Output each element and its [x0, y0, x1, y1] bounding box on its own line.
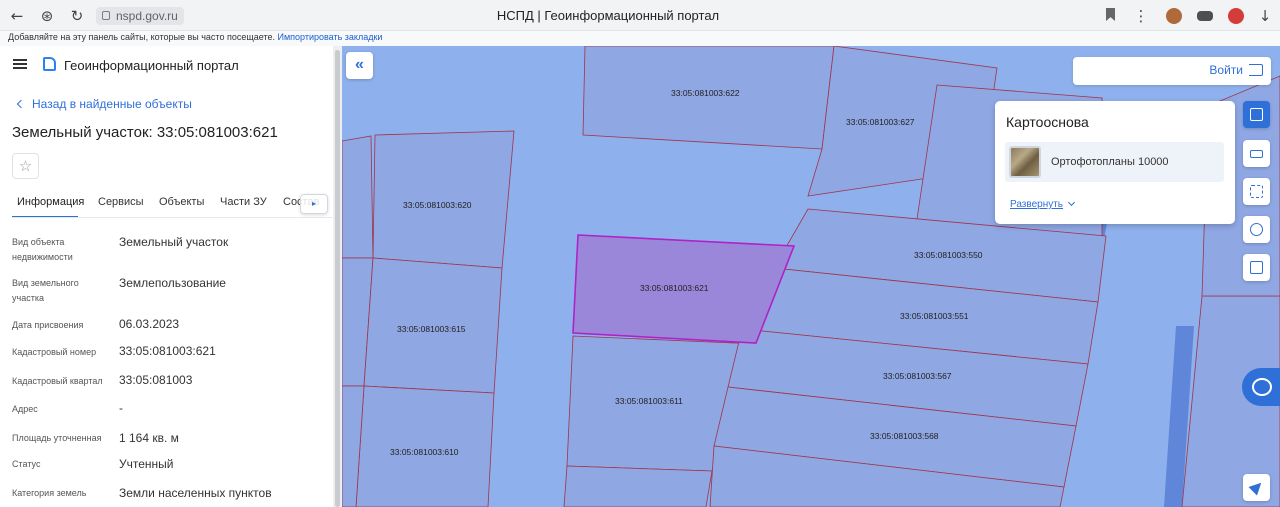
back-label: Назад в найденные объекты: [32, 97, 192, 111]
prop-value: Учтенный: [119, 457, 174, 471]
prop-value: Земли населенных пунктов: [119, 486, 272, 500]
object-info-panel: Геоинформационный портал Назад в найденн…: [0, 46, 333, 507]
tabs-scroll-right-button[interactable]: ▸: [300, 194, 328, 214]
prop-label: Вид объекта недвижимости: [12, 237, 73, 262]
login-bar: Войти: [1073, 57, 1271, 85]
prop-value: Земельный участок: [119, 235, 229, 249]
print-icon: [1250, 261, 1263, 274]
collapse-panel-button[interactable]: «: [346, 52, 373, 79]
parcel-label: 33:05:081003:550: [914, 250, 983, 260]
parcel-label: 33:05:081003:611: [615, 396, 683, 406]
bookmarks-bar: Добавляйте на эту панель сайты, которые …: [0, 31, 1280, 46]
active-tab-underline: [12, 216, 78, 217]
select-area-icon: [1250, 185, 1263, 198]
parcel-label: 33:05:081003:621: [640, 283, 709, 293]
bookmarks-prompt: Добавляйте на эту панель сайты, которые …: [8, 32, 275, 42]
extension-icon[interactable]: [1166, 8, 1182, 24]
basemap-title: Картооснова: [1006, 114, 1089, 130]
ruler-icon: [1250, 150, 1263, 158]
menu-icon[interactable]: [13, 59, 27, 69]
tab-info[interactable]: Информация: [17, 196, 84, 208]
prop-label: Площадь уточненная: [12, 433, 102, 443]
extension-icon[interactable]: [1197, 11, 1213, 21]
prop-label: Кадастровый номер: [12, 347, 97, 357]
portal-logo-icon: [43, 57, 56, 71]
prop-value: 1 164 кв. м: [119, 431, 179, 445]
prop-value: 33:05:081003:621: [119, 344, 216, 358]
basemap-option[interactable]: Ортофотопланы 10000: [1005, 142, 1224, 182]
prop-label: Статус: [12, 459, 41, 469]
basemap-layer-name: Ортофотопланы 10000: [1051, 156, 1169, 168]
prop-label: Категория земель: [12, 488, 87, 498]
tab-parts[interactable]: Части ЗУ: [220, 196, 267, 208]
prop-label: Дата присвоения: [12, 320, 84, 330]
back-to-results-link[interactable]: Назад в найденные объекты: [14, 97, 192, 111]
parcel-label: 33:05:081003:622: [671, 88, 740, 98]
chat-button[interactable]: [1242, 368, 1280, 406]
parcel-label: 33:05:081003:615: [397, 324, 466, 334]
tab-services[interactable]: Сервисы: [98, 196, 144, 208]
parcel-label: 33:05:081003:551: [900, 311, 969, 321]
prop-value: 06.03.2023: [119, 317, 180, 331]
tab-objects[interactable]: Объекты: [159, 196, 204, 208]
object-title: Земельный участок: 33:05:081003:621: [12, 124, 278, 141]
select-area-button[interactable]: [1243, 178, 1270, 205]
share-icon: [1250, 223, 1263, 236]
more-menu-icon[interactable]: ⋮: [1131, 6, 1151, 26]
download-icon[interactable]: ↓: [1255, 6, 1275, 26]
tab-title: НСПД | Геоинформационный портал: [496, 8, 720, 23]
prop-value: -: [119, 401, 123, 415]
login-icon: [1249, 64, 1263, 76]
parcel-label: 33:05:081003:610: [390, 447, 459, 457]
expand-label: Развернуть: [1010, 199, 1064, 210]
prop-label: Адрес: [12, 404, 38, 414]
locate-button[interactable]: [1243, 474, 1270, 501]
share-button[interactable]: [1243, 216, 1270, 243]
app-title: Геоинформационный портал: [64, 58, 239, 73]
ruler-button[interactable]: [1243, 140, 1270, 167]
layers-button[interactable]: [1243, 101, 1270, 128]
parcel-label: 33:05:081003:620: [403, 200, 472, 210]
parcel[interactable]: [342, 135, 374, 259]
parcel-label: 33:05:081003:568: [870, 431, 939, 441]
parcel[interactable]: [563, 465, 713, 507]
parcel-label: 33:05:081003:627: [846, 117, 915, 127]
import-bookmarks-link[interactable]: Импортировать закладки: [278, 32, 383, 42]
expand-link[interactable]: Развернуть: [1010, 198, 1076, 210]
chevron-down-icon: [1067, 198, 1076, 207]
prop-label: Вид земельного участка: [12, 278, 79, 303]
print-button[interactable]: [1243, 254, 1270, 281]
panel-scrollbar-thumb[interactable]: [335, 50, 340, 507]
layers-icon: [1250, 108, 1263, 121]
extension-icon[interactable]: [1228, 8, 1244, 24]
prop-value: Землепользование: [119, 276, 226, 290]
basemap-card: Картооснова Ортофотопланы 10000 Разверну…: [995, 101, 1235, 224]
login-label: Войти: [1209, 63, 1243, 77]
browser-toolbar: ← ⊛ ↻ nspd.gov.ru НСПД | Геоинформационн…: [0, 0, 1280, 31]
login-button[interactable]: Войти: [1209, 63, 1263, 77]
favorite-star-icon[interactable]: ☆: [12, 153, 39, 179]
chevron-left-icon: [16, 99, 26, 109]
prop-label: Кадастровый квартал: [12, 376, 103, 386]
prop-value: 33:05:081003: [119, 373, 193, 387]
orthophoto-thumbnail: [1009, 146, 1041, 178]
parcel-label: 33:05:081003:567: [883, 371, 952, 381]
info-tabs: Информация Сервисы Объекты Части ЗУ Сост…: [12, 188, 332, 218]
